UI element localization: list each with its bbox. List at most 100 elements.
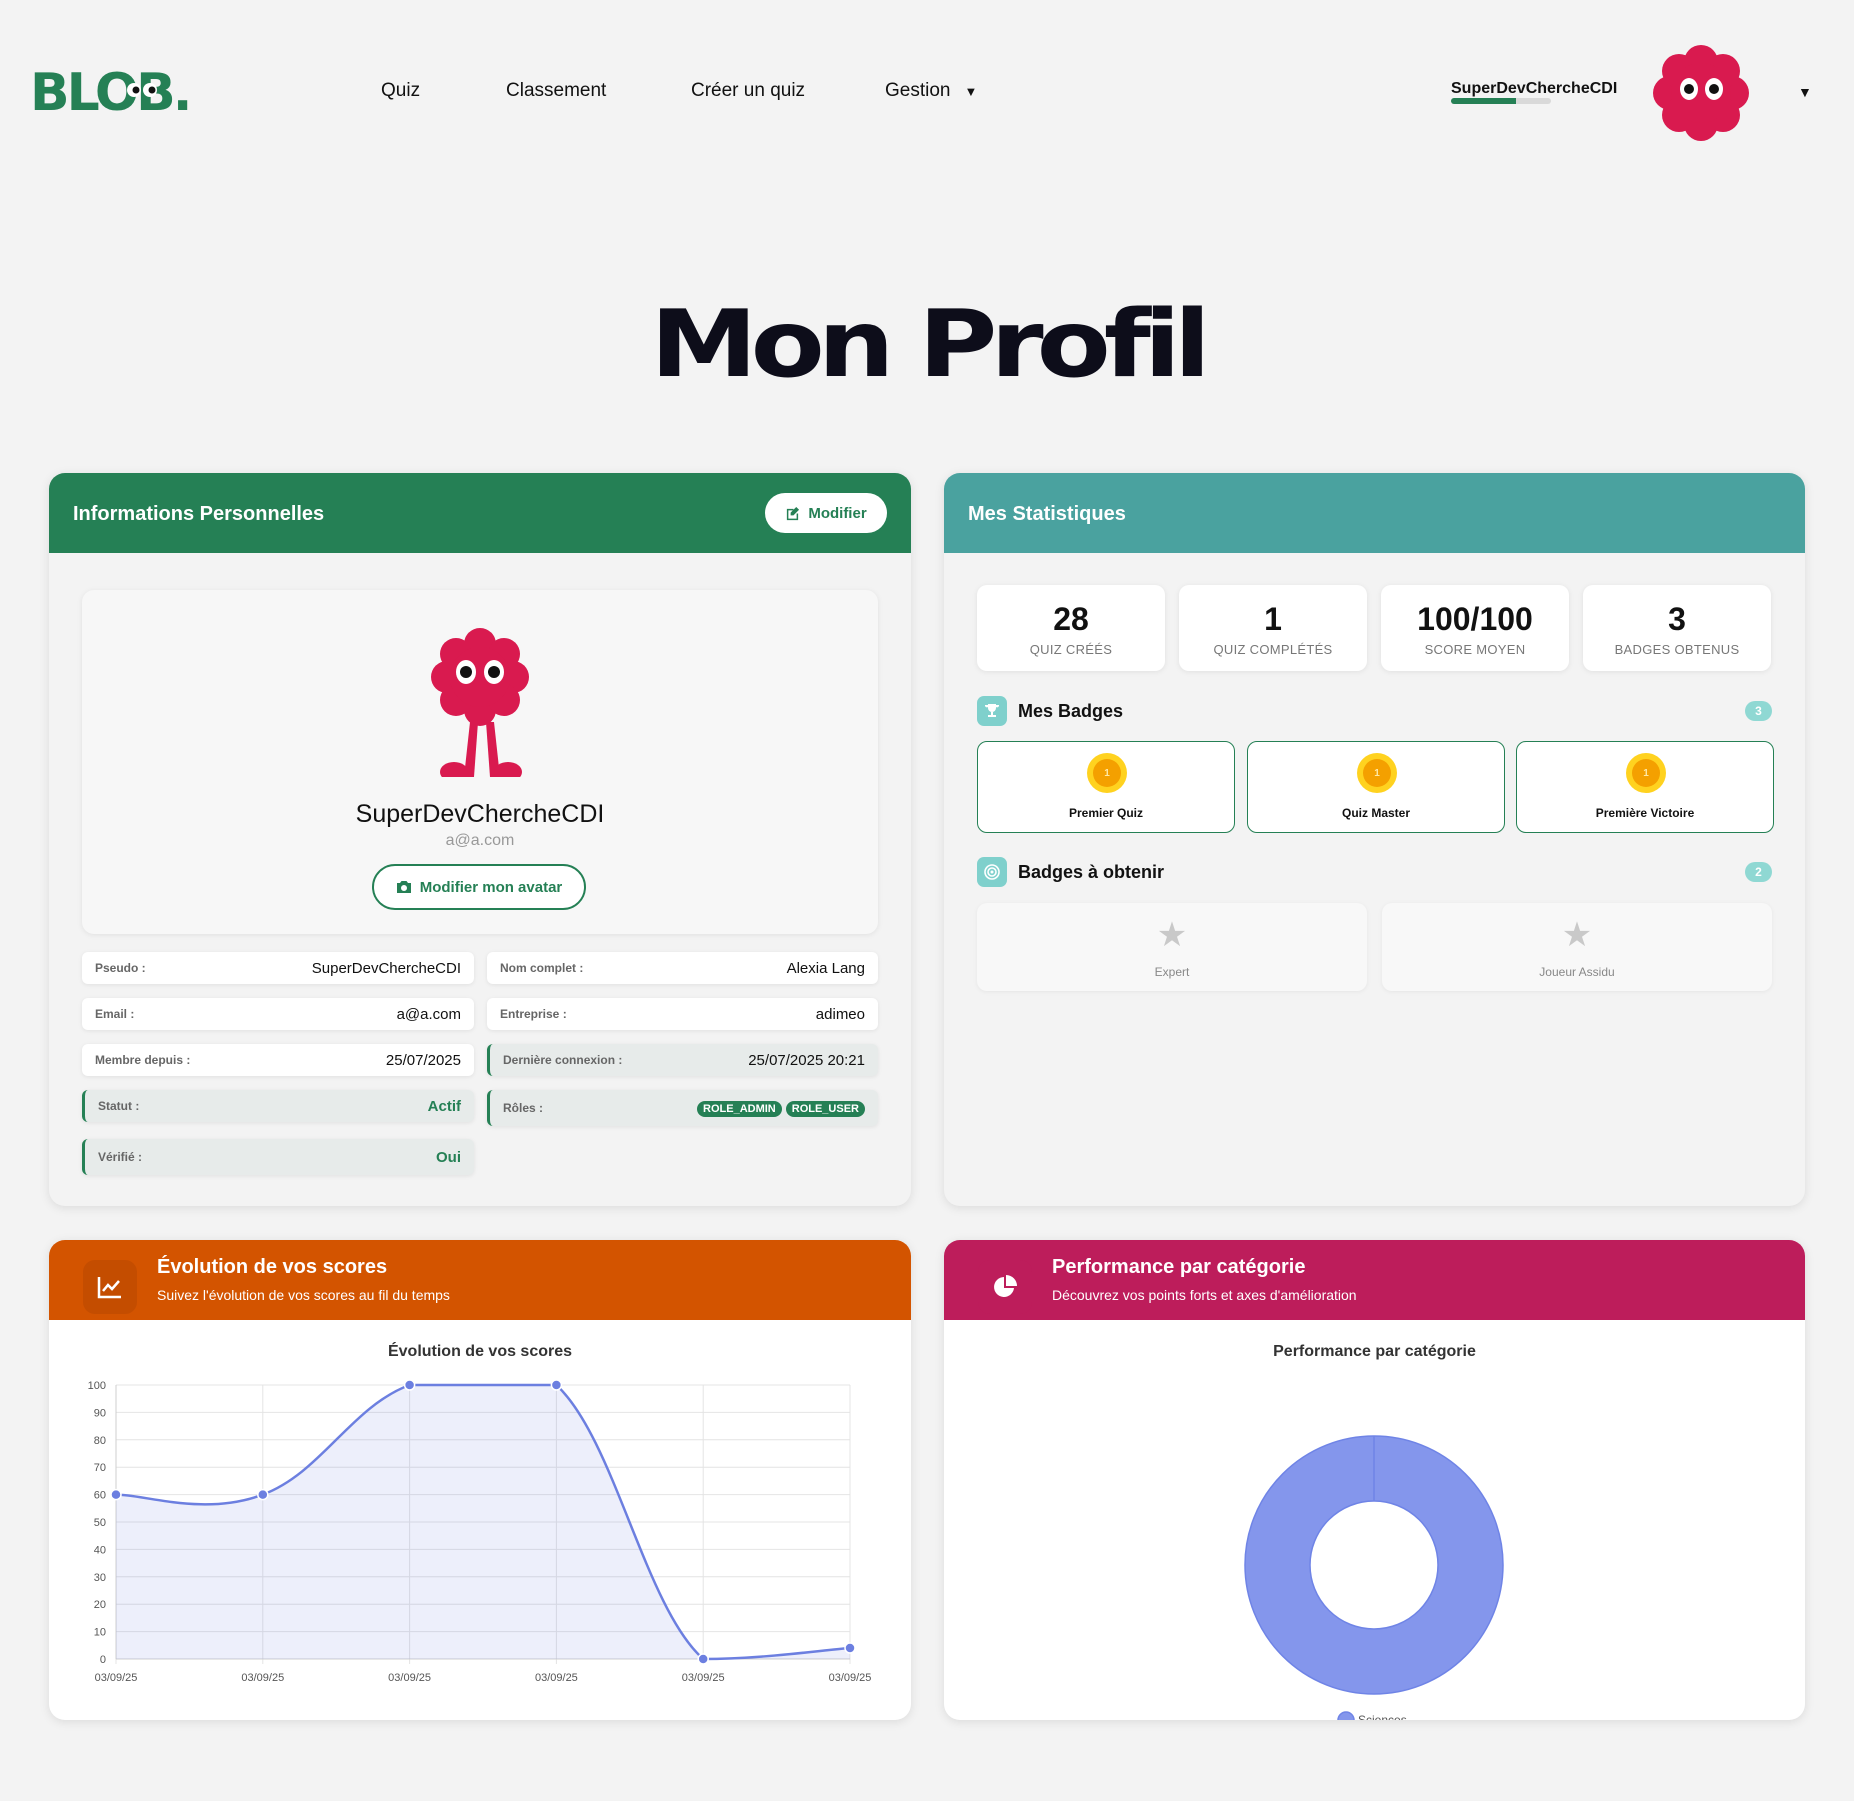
field-email-value: a@a.com <box>396 1005 461 1023</box>
field-member-since: Membre depuis : 25/07/2025 <box>82 1044 474 1076</box>
nav-link-quiz[interactable]: Quiz <box>381 80 420 102</box>
x-tick-label: 03/09/25 <box>95 1672 138 1684</box>
change-avatar-button[interactable]: Modifier mon avatar <box>372 864 586 910</box>
edit-profile-button[interactable]: Modifier <box>765 493 887 533</box>
camera-icon <box>396 881 411 893</box>
nav-gestion-label: Gestion <box>885 80 951 101</box>
profile-username: SuperDevChercheCDI <box>355 800 605 828</box>
field-fullname-value: Alexia Lang <box>786 959 865 977</box>
edit-profile-label: Modifier <box>808 504 867 522</box>
field-pseudo-value: SuperDevChercheCDI <box>311 959 461 977</box>
y-tick-label: 90 <box>94 1407 106 1419</box>
stat-value: 3 <box>1668 601 1686 637</box>
change-avatar-label: Modifier mon avatar <box>419 878 563 896</box>
y-tick-label: 20 <box>94 1599 106 1611</box>
svg-text:BLOB.: BLOB. <box>30 64 190 120</box>
category-performance-title: Performance par catégorie <box>1052 1256 1306 1278</box>
trophy-icon <box>977 696 1007 726</box>
y-tick-label: 30 <box>94 1572 106 1584</box>
profile-email: a@a.com <box>445 832 515 849</box>
medal-number: 1 <box>1632 759 1660 787</box>
xp-progress-bar <box>1451 98 1551 104</box>
x-tick-label: 03/09/25 <box>241 1672 284 1684</box>
x-tick-label: 03/09/25 <box>388 1672 431 1684</box>
field-pseudo-label: Pseudo : <box>95 961 146 975</box>
field-pseudo: Pseudo : SuperDevChercheCDI <box>82 952 474 984</box>
nav-link-classement[interactable]: Classement <box>506 80 606 102</box>
score-evolution-title: Évolution de vos scores <box>157 1256 388 1278</box>
field-company-label: Entreprise : <box>500 1007 567 1021</box>
field-email: Email : a@a.com <box>82 998 474 1030</box>
medal-icon: 1 <box>1626 753 1666 793</box>
chevron-down-icon: ▼ <box>964 84 978 99</box>
blob-logo[interactable]: BLOB. <box>30 64 226 120</box>
field-company: Entreprise : adimeo <box>487 998 878 1030</box>
chart-title: Évolution de vos scores <box>387 1343 573 1360</box>
badge-name: Joueur Assidu <box>1539 965 1615 979</box>
statistics-header: Mes Statistiques <box>944 473 1805 553</box>
category-donut-chart: Sciences <box>1244 1435 1504 1720</box>
score-line-chart: 0 10 20 30 40 50 60 70 80 90 100 03/09/25 03/09/25 03… <box>88 1379 872 1684</box>
badge-name: Quiz Master <box>1341 806 1410 820</box>
category-performance-header: Performance par catégorie Découvrez vos … <box>944 1240 1805 1320</box>
y-tick-label: 40 <box>94 1544 106 1556</box>
role-pill: ROLE_ADMIN <box>697 1101 782 1117</box>
locked-badge-joueur-assidu[interactable]: ★ Joueur Assidu <box>1382 903 1772 991</box>
nav-link-creer-quiz[interactable]: Créer un quiz <box>691 80 805 102</box>
score-evolution-header: Évolution de vos scores Suivez l'évoluti… <box>49 1240 911 1320</box>
medal-number: 1 <box>1093 759 1121 787</box>
badge-card-quiz-master[interactable]: 1 Quiz Master <box>1247 741 1505 833</box>
field-last-login-value: 25/07/2025 20:21 <box>748 1051 865 1069</box>
stat-value: 28 <box>1053 601 1089 637</box>
field-status-label: Statut : <box>98 1099 140 1113</box>
score-data-point <box>403 1379 416 1391</box>
score-data-point <box>550 1379 563 1391</box>
badge-name: Première Victoire <box>1595 806 1695 820</box>
score-evolution-subtitle: Suivez l'évolution de vos scores au fil … <box>157 1287 450 1303</box>
status-badge: Actif <box>427 1097 461 1115</box>
field-fullname: Nom complet : Alexia Lang <box>487 952 878 984</box>
edit-icon <box>787 506 800 520</box>
chart-title: Performance par catégorie <box>1273 1343 1476 1360</box>
badges-count-badge: 3 <box>1745 701 1772 721</box>
role-pill: ROLE_USER <box>785 1101 865 1117</box>
medal-icon: 1 <box>1087 753 1127 793</box>
y-tick-label: 0 <box>100 1654 106 1666</box>
field-last-login-label: Dernière connexion : <box>503 1053 623 1067</box>
avatar[interactable] <box>1648 40 1754 146</box>
field-verified-label: Vérifié : <box>98 1150 143 1164</box>
badge-card-premier-quiz[interactable]: 1 Premier Quiz <box>977 741 1235 833</box>
x-tick-label: 03/09/25 <box>829 1672 872 1684</box>
x-tick-label: 03/09/25 <box>535 1672 578 1684</box>
y-tick-label: 50 <box>94 1517 106 1529</box>
avatar <box>420 628 540 782</box>
nav-link-gestion[interactable]: Gestion ▼ <box>885 80 977 102</box>
stat-label: SCORE MOYEN <box>1424 642 1526 657</box>
user-menu-chevron-icon[interactable]: ▼ <box>1798 84 1812 100</box>
legend-label: Sciences <box>1358 1713 1407 1720</box>
y-tick-label: 60 <box>94 1490 106 1502</box>
field-roles: Rôles : ROLE_ADMIN ROLE_USER <box>487 1090 878 1126</box>
badges-to-earn-title: Badges à obtenir <box>1018 862 1165 882</box>
y-tick-label: 100 <box>88 1380 106 1392</box>
stat-label: QUIZ CRÉÉS <box>1029 642 1113 657</box>
nav-username[interactable]: SuperDevChercheCDI <box>1451 80 1617 98</box>
score-data-point <box>257 1488 269 1501</box>
stat-label: QUIZ COMPLÉTÉS <box>1213 642 1333 657</box>
profile-summary: SuperDevChercheCDI a@a.com Modifier mon … <box>82 590 878 934</box>
stat-value: 1 <box>1264 601 1282 637</box>
field-company-value: adimeo <box>815 1005 865 1023</box>
field-verified: Vérifié : Oui <box>82 1139 474 1175</box>
donut-hole <box>1309 1500 1439 1630</box>
star-icon: ★ <box>1561 916 1593 954</box>
badge-card-premiere-victoire[interactable]: 1 Première Victoire <box>1516 741 1774 833</box>
score-data-point <box>697 1653 709 1665</box>
stat-value: 100/100 <box>1417 601 1533 637</box>
category-performance-subtitle: Découvrez vos points forts et axes d'amé… <box>1052 1287 1357 1303</box>
score-data-point <box>110 1488 122 1501</box>
personal-info-title: Informations Personnelles <box>73 503 325 525</box>
top-navbar: BLOB. Quiz Classement Créer un quiz Gest… <box>0 0 1854 180</box>
field-fullname-label: Nom complet : <box>500 961 584 975</box>
locked-badge-expert[interactable]: ★ Expert <box>977 903 1367 991</box>
field-email-label: Email : <box>95 1007 135 1021</box>
